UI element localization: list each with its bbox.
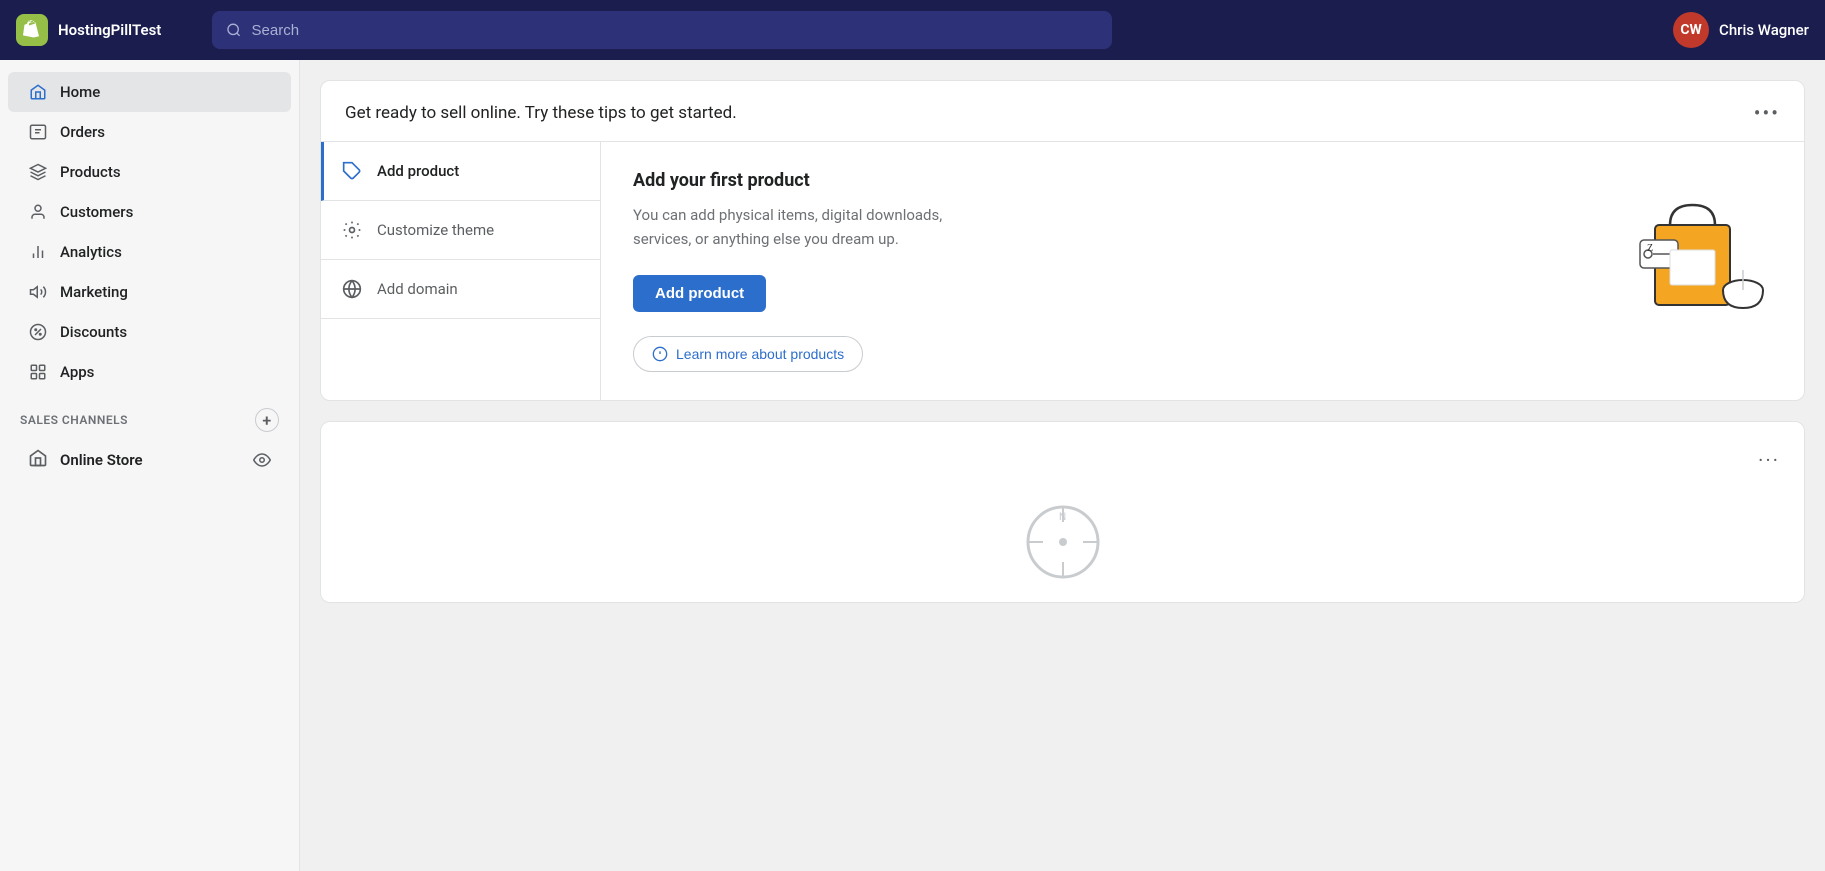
tip-detail-description: You can add physical items, digital down… xyxy=(633,203,993,251)
domain-icon xyxy=(341,278,363,300)
home-icon xyxy=(28,82,48,102)
sidebar-item-discounts[interactable]: Discounts xyxy=(8,312,291,352)
svg-text:N: N xyxy=(1059,512,1066,523)
tips-list: Add product Customize theme xyxy=(321,142,601,400)
tip-item-add-domain[interactable]: Add domain xyxy=(321,260,600,319)
user-area: CW Chris Wagner xyxy=(1673,12,1809,48)
tip-detail: Add your first product You can add physi… xyxy=(601,142,1804,400)
sidebar-label-products: Products xyxy=(60,163,121,181)
sidebar-item-marketing[interactable]: Marketing xyxy=(8,272,291,312)
tips-layout: Add product Customize theme xyxy=(321,141,1804,400)
orders-icon xyxy=(28,122,48,142)
theme-icon xyxy=(341,219,363,241)
tip-label-add-domain: Add domain xyxy=(377,280,458,298)
getting-started-card: Get ready to sell online. Try these tips… xyxy=(320,80,1805,401)
products-icon xyxy=(28,162,48,182)
analytics-icon xyxy=(28,242,48,262)
second-card-header: ... xyxy=(321,422,1804,482)
add-product-button[interactable]: Add product xyxy=(633,275,766,312)
sidebar: Home Orders Products xyxy=(0,60,300,871)
sidebar-label-customers: Customers xyxy=(60,203,133,221)
tip-detail-text: Add your first product You can add physi… xyxy=(633,170,1572,372)
online-store-left: Online Store xyxy=(28,448,143,472)
sidebar-label-apps: Apps xyxy=(60,363,94,381)
card-title: Get ready to sell online. Try these tips… xyxy=(345,103,737,123)
tag-icon xyxy=(341,160,363,182)
search-icon xyxy=(226,22,242,38)
tip-label-customize-theme: Customize theme xyxy=(377,221,494,239)
sidebar-item-analytics[interactable]: Analytics xyxy=(8,232,291,272)
sidebar-item-home[interactable]: Home xyxy=(8,72,291,112)
tip-detail-title: Add your first product xyxy=(633,170,1572,191)
sidebar-label-orders: Orders xyxy=(60,123,105,141)
avatar: CW xyxy=(1673,12,1709,48)
sidebar-item-apps[interactable]: Apps xyxy=(8,352,291,392)
sidebar-item-orders[interactable]: Orders xyxy=(8,112,291,152)
search-bar[interactable] xyxy=(212,11,1112,49)
learn-more-button[interactable]: Learn more about products xyxy=(633,336,863,372)
sidebar-item-customers[interactable]: Customers xyxy=(8,192,291,232)
discounts-icon xyxy=(28,322,48,342)
learn-more-label: Learn more about products xyxy=(676,346,844,362)
apps-icon xyxy=(28,362,48,382)
marketing-icon xyxy=(28,282,48,302)
shopify-logo-icon xyxy=(16,14,48,46)
sidebar-label-home: Home xyxy=(60,83,100,101)
store-name: HostingPillTest xyxy=(58,21,161,39)
sidebar-item-online-store[interactable]: Online Store xyxy=(8,438,291,482)
card-header: Get ready to sell online. Try these tips… xyxy=(321,81,1804,141)
customers-icon xyxy=(28,202,48,222)
main-layout: Home Orders Products xyxy=(0,60,1825,871)
search-input[interactable] xyxy=(252,22,1098,39)
main-content: Get ready to sell online. Try these tips… xyxy=(300,60,1825,871)
brand-area: HostingPillTest xyxy=(16,14,196,46)
tip-item-add-product[interactable]: Add product xyxy=(321,142,600,201)
product-illustration: Z xyxy=(1592,170,1772,330)
sidebar-label-analytics: Analytics xyxy=(60,243,122,261)
tip-label-add-product: Add product xyxy=(377,162,459,180)
second-card: ... N xyxy=(320,421,1805,603)
second-card-content: N xyxy=(321,482,1804,602)
top-navigation: HostingPillTest CW Chris Wagner xyxy=(0,0,1825,60)
sales-channels-section: SALES CHANNELS + xyxy=(0,392,299,438)
tip-item-customize-theme[interactable]: Customize theme xyxy=(321,201,600,260)
user-name: Chris Wagner xyxy=(1719,21,1809,39)
online-store-label: Online Store xyxy=(60,451,143,469)
sidebar-label-marketing: Marketing xyxy=(60,283,128,301)
svg-text:Z: Z xyxy=(1647,243,1653,254)
sales-channels-label: SALES CHANNELS xyxy=(20,413,128,427)
card-more-options-button[interactable]: ••• xyxy=(1754,101,1780,125)
sidebar-label-discounts: Discounts xyxy=(60,323,127,341)
add-sales-channel-button[interactable]: + xyxy=(255,408,279,432)
store-icon xyxy=(28,448,48,472)
second-card-more-options-button[interactable]: ... xyxy=(1758,442,1780,466)
eye-icon[interactable] xyxy=(253,451,271,469)
sidebar-item-products[interactable]: Products xyxy=(8,152,291,192)
